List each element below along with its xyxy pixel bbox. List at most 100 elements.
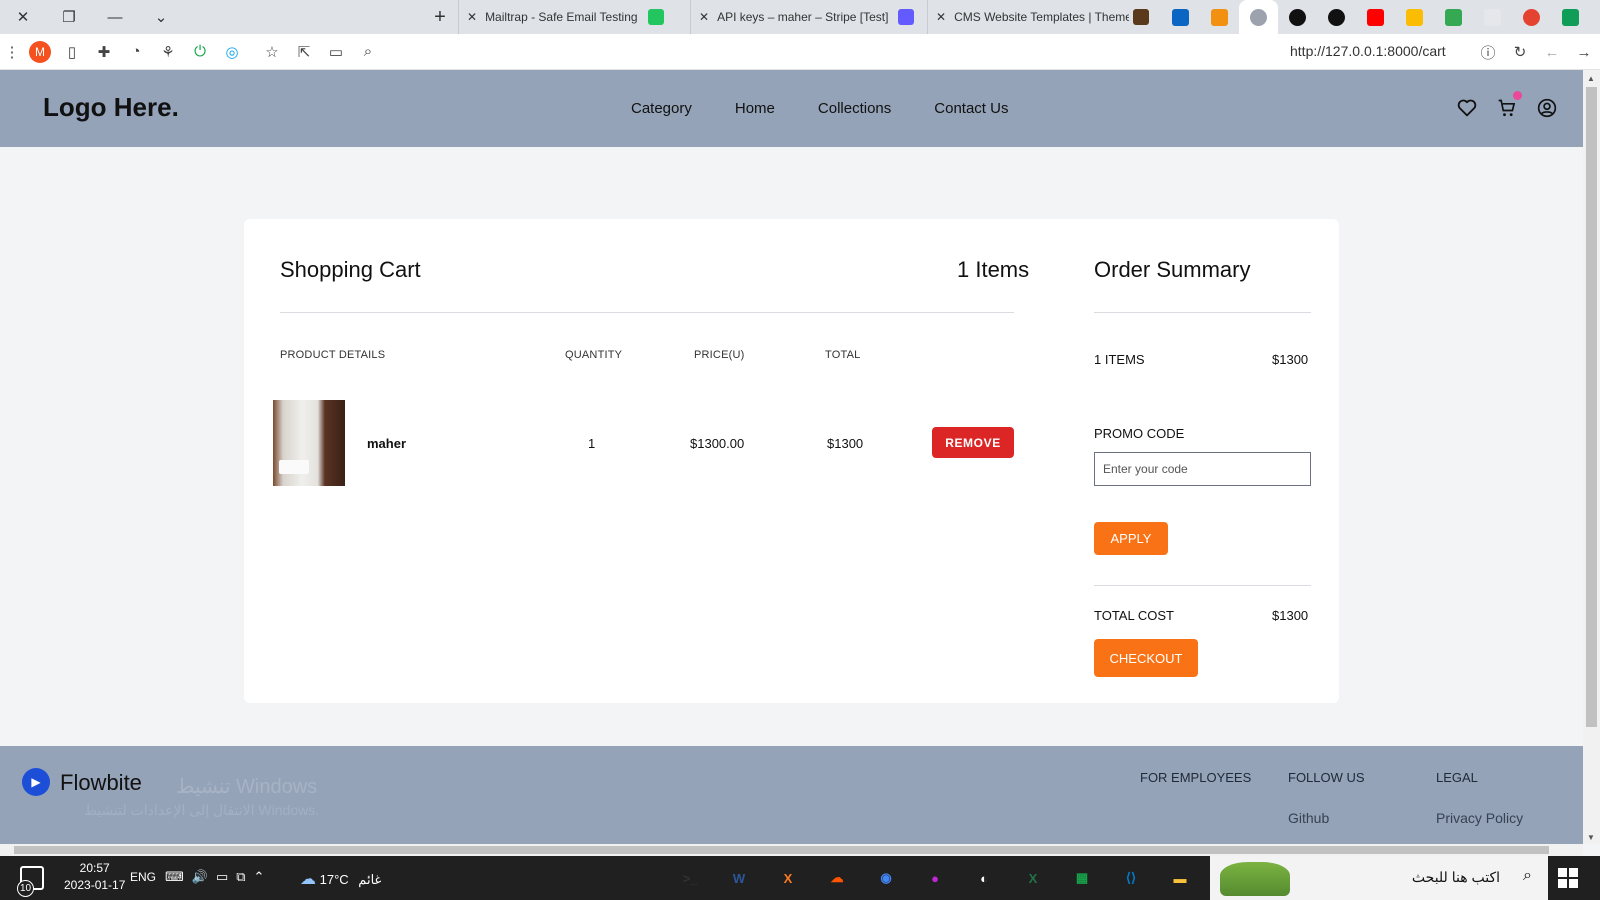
site-info-icon[interactable]: ⓘ xyxy=(1472,34,1504,70)
minimize-window-icon[interactable]: — xyxy=(92,0,138,34)
footer-link-github[interactable]: Github xyxy=(1288,810,1329,826)
extensions-puzzle-icon[interactable]: ✚ xyxy=(88,34,120,70)
tab-cms-templates[interactable]: ✕ CMS Website Templates | Theme xyxy=(927,0,1161,34)
terminal-taskbar-icon[interactable]: >_ xyxy=(672,862,708,894)
activate-windows-watermark: تنشيط Windows xyxy=(176,776,318,798)
pinned-tab-youtube[interactable] xyxy=(1356,0,1395,34)
footer-brand[interactable]: Flowbite xyxy=(60,770,142,796)
pinned-tab-phpmyadmin[interactable] xyxy=(1200,0,1239,34)
phpmyadmin-icon xyxy=(1211,8,1228,26)
vscode-taskbar-icon[interactable]: ⟨⟩ xyxy=(1113,862,1149,894)
sidebar-icon[interactable]: ▯ xyxy=(56,34,88,70)
word-taskbar-icon[interactable]: W xyxy=(721,862,757,894)
pinned-tab-current[interactable] xyxy=(1239,0,1278,34)
footer-link-privacy[interactable]: Privacy Policy xyxy=(1436,810,1523,826)
excel-taskbar-icon[interactable]: X xyxy=(1015,862,1051,894)
drop-taskbar-icon[interactable]: ● xyxy=(917,862,953,894)
nav-contact-us[interactable]: Contact Us xyxy=(934,100,1008,117)
cart-icon[interactable] xyxy=(1496,91,1522,119)
pinned-tab-apps[interactable] xyxy=(1434,0,1473,34)
extension-circle-icon[interactable]: ◎ xyxy=(216,34,248,70)
extension-m-button[interactable]: M xyxy=(24,34,56,70)
pinned-tab-github[interactable] xyxy=(1278,0,1317,34)
language-indicator[interactable]: ENG xyxy=(130,870,156,884)
total-cost-value: $1300 xyxy=(1272,608,1309,623)
pinned-tab-linkedin[interactable] xyxy=(1161,0,1200,34)
site-logo[interactable]: Logo Here. xyxy=(43,92,179,123)
clock[interactable]: 20:57 2023-01-17 xyxy=(64,860,125,894)
chrome-taskbar-icon[interactable]: ◉ xyxy=(868,862,904,894)
tab-stripe[interactable]: ✕ API keys – maher – Stripe [Test] xyxy=(690,0,927,34)
pinned-tab-todoist[interactable] xyxy=(1512,0,1551,34)
horizontal-scroll-thumb[interactable] xyxy=(14,846,1549,854)
remove-button[interactable]: REMOVE xyxy=(932,427,1014,458)
back-arrow-icon[interactable]: ← xyxy=(1536,34,1568,70)
menu-kebab-icon[interactable]: ⋮ xyxy=(0,34,24,70)
tab-search-chevron-icon[interactable]: ⌄ xyxy=(138,0,184,34)
horizontal-scrollbar[interactable] xyxy=(0,844,1583,856)
edge-app-taskbar-icon[interactable]: ◐ xyxy=(966,862,1002,894)
xampp-taskbar-icon[interactable]: X xyxy=(770,862,806,894)
site-footer: ▶ Flowbite تنشيط Windows الانتقال إلى ال… xyxy=(0,746,1583,844)
pinned-tab-keep[interactable] xyxy=(1395,0,1434,34)
taskbar-search[interactable]: اكتب هنا للبحث ⌕ xyxy=(1210,856,1548,900)
nav-home[interactable]: Home xyxy=(735,100,775,117)
close-tab-icon[interactable]: ✕ xyxy=(467,10,477,24)
tab-title: API keys – maher – Stripe [Test] xyxy=(717,10,889,24)
restore-window-icon[interactable]: ❐ xyxy=(46,0,92,34)
nav-collections[interactable]: Collections xyxy=(818,100,891,117)
search-highlight-tree-icon xyxy=(1220,862,1290,896)
todoist-icon xyxy=(1523,8,1540,26)
tab-mailtrap[interactable]: ✕ Mailtrap - Safe Email Testing xyxy=(458,0,690,34)
product-thumbnail[interactable] xyxy=(273,400,345,486)
forward-arrow-icon[interactable]: → xyxy=(1568,34,1600,70)
notification-count: 10 xyxy=(17,880,34,897)
checkout-button[interactable]: CHECKOUT xyxy=(1094,639,1198,677)
mailtrap-favicon-icon xyxy=(647,9,664,25)
order-summary-title: Order Summary xyxy=(1094,257,1251,282)
product-total: $1300 xyxy=(827,436,864,451)
wishlist-heart-icon[interactable] xyxy=(1456,97,1478,119)
power-icon[interactable]: ⏻ xyxy=(184,34,216,70)
close-window-icon[interactable]: ✕ xyxy=(0,0,46,34)
pinned-tab-sheets[interactable] xyxy=(1551,0,1590,34)
weather-widget[interactable]: ☁ 17°C غائم xyxy=(300,869,381,889)
promo-code-input[interactable] xyxy=(1094,452,1311,486)
share-icon[interactable]: ⇱ xyxy=(288,34,320,70)
column-price: PRICE(U) xyxy=(694,349,745,361)
soundcloud-taskbar-icon[interactable]: ☁ xyxy=(819,862,855,894)
scroll-down-icon[interactable]: ▼ xyxy=(1587,833,1595,842)
account-user-icon[interactable] xyxy=(1536,97,1558,119)
close-tab-icon[interactable]: ✕ xyxy=(936,10,946,24)
cloud-icon: ☁ xyxy=(300,871,316,888)
extension-icon[interactable]: ⚘ xyxy=(152,34,184,70)
zoom-icon[interactable]: ⌕ xyxy=(352,34,384,70)
pinned-tab-github-2[interactable] xyxy=(1317,0,1356,34)
nav-category[interactable]: Category xyxy=(631,100,692,117)
close-tab-icon[interactable]: ✕ xyxy=(699,10,709,24)
clock-time: 20:57 xyxy=(79,861,110,875)
reload-icon[interactable]: ↻ xyxy=(1504,34,1536,70)
scroll-up-icon[interactable]: ▲ xyxy=(1587,74,1595,83)
new-tab-button[interactable]: + xyxy=(422,0,458,34)
vertical-scrollbar[interactable]: ▲ ▼ xyxy=(1583,70,1600,844)
column-total: TOTAL xyxy=(825,349,861,361)
explorer-taskbar-icon[interactable]: ▬ xyxy=(1162,862,1198,894)
windows-start-icon[interactable] xyxy=(1558,868,1578,888)
flowbite-logo-icon[interactable]: ▶ xyxy=(22,768,50,796)
summary-items-label: 1 ITEMS xyxy=(1094,352,1145,367)
vertical-scroll-thumb[interactable] xyxy=(1586,87,1597,727)
keep-icon xyxy=(1406,8,1423,26)
weather-temperature: 17°C xyxy=(319,872,349,887)
site-header: Logo Here. Category Home Collections Con… xyxy=(0,70,1583,147)
tray-icons[interactable]: ⌨🔊▭⧉⌃ xyxy=(165,869,272,885)
pinned-tab-doc[interactable] xyxy=(1473,0,1512,34)
cart-item-count: 1 Items xyxy=(957,257,1030,282)
green-app-taskbar-icon[interactable]: ▦ xyxy=(1064,862,1100,894)
extension-icon[interactable]: ◔ xyxy=(120,34,152,70)
address-bar[interactable]: http://127.0.0.1:8000/cart xyxy=(1290,43,1446,59)
install-app-icon[interactable]: ▭ xyxy=(320,34,352,70)
product-quantity: 1 xyxy=(588,436,596,451)
bookmark-star-icon[interactable]: ☆ xyxy=(256,34,288,70)
apply-button[interactable]: APPLY xyxy=(1094,522,1168,555)
